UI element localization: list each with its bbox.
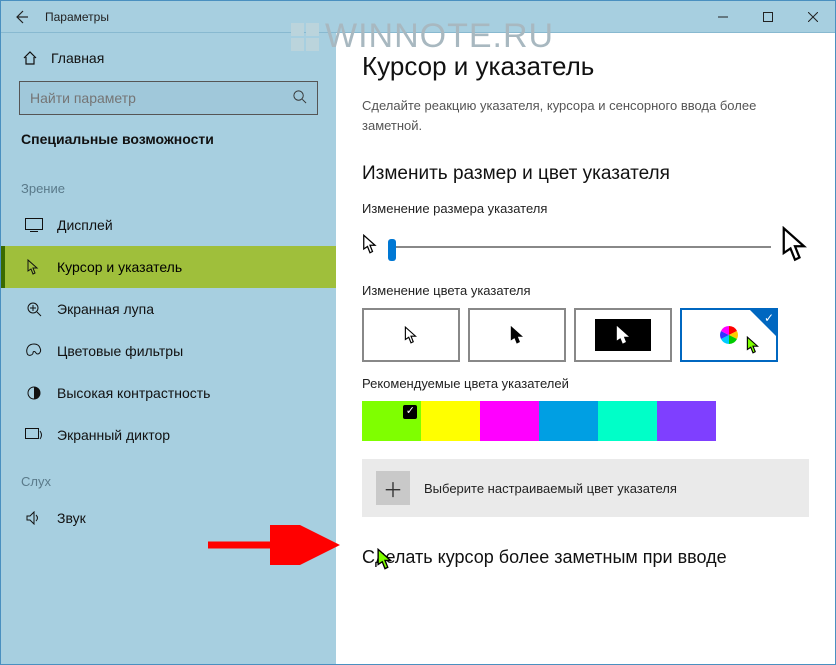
- label-recommended: Рекомендуемые цвета указателей: [362, 376, 809, 391]
- sidebar-item-contrast[interactable]: Высокая контрастность: [1, 372, 336, 414]
- search-icon: [292, 89, 307, 107]
- sidebar-item-label: Дисплей: [57, 217, 113, 233]
- window-title: Параметры: [41, 10, 700, 24]
- sound-icon: [25, 509, 43, 527]
- color-wheel-icon: [718, 324, 740, 346]
- cursor-small-icon: [362, 234, 378, 259]
- color-swatch[interactable]: [480, 401, 539, 441]
- section-cursor-visible: Сделать курсор более заметным при вводе: [362, 547, 809, 568]
- minimize-icon: [718, 12, 728, 22]
- slider-thumb[interactable]: [388, 239, 396, 261]
- pointer-inverted-option[interactable]: [574, 308, 672, 362]
- sidebar-item-filters[interactable]: Цветовые фильтры: [1, 330, 336, 372]
- content-pane: Курсор и указатель Сделайте реакцию указ…: [336, 33, 835, 664]
- pointer-white-option[interactable]: [362, 308, 460, 362]
- home-icon: [21, 49, 39, 67]
- arrow-left-icon: [13, 9, 29, 25]
- pointer-size-slider-row: [362, 226, 809, 267]
- minimize-button[interactable]: [700, 1, 745, 32]
- page-title: Курсор и указатель: [362, 51, 809, 82]
- sidebar-item-label: Экранная лупа: [57, 301, 154, 317]
- back-button[interactable]: [1, 1, 41, 32]
- sidebar-item-label: Курсор и указатель: [57, 259, 182, 275]
- pointer-black-option[interactable]: [468, 308, 566, 362]
- search-input[interactable]: [19, 81, 318, 115]
- group-vision: Зрение: [1, 163, 336, 204]
- sidebar: Главная Специальные возможности Зрение Д…: [1, 33, 336, 664]
- sidebar-item-label: Звук: [57, 510, 86, 526]
- magnifier-icon: [25, 300, 43, 318]
- close-icon: [808, 12, 818, 22]
- maximize-icon: [763, 12, 773, 22]
- pointer-color-options: [362, 308, 809, 362]
- close-button[interactable]: [790, 1, 835, 32]
- color-swatch[interactable]: [598, 401, 657, 441]
- home-label: Главная: [51, 50, 104, 66]
- sidebar-item-narrator[interactable]: Экранный диктор: [1, 414, 336, 456]
- custom-color-label: Выберите настраиваемый цвет указателя: [424, 481, 677, 496]
- section-size-color: Изменить размер и цвет указателя: [362, 163, 809, 185]
- recommended-colors: [362, 401, 809, 441]
- sidebar-item-display[interactable]: Дисплей: [1, 204, 336, 246]
- color-swatch[interactable]: [539, 401, 598, 441]
- color-swatch[interactable]: [657, 401, 716, 441]
- label-color: Изменение цвета указателя: [362, 283, 809, 298]
- narrator-icon: [25, 426, 43, 444]
- sidebar-item-sound[interactable]: Звук: [1, 497, 336, 539]
- sidebar-item-label: Цветовые фильтры: [57, 343, 183, 359]
- sidebar-item-magnifier[interactable]: Экранная лупа: [1, 288, 336, 330]
- color-swatch[interactable]: [362, 401, 421, 441]
- contrast-icon: [25, 384, 43, 402]
- palette-icon: [25, 342, 43, 360]
- group-hearing: Слух: [1, 456, 336, 497]
- home-link[interactable]: Главная: [1, 41, 336, 75]
- display-icon: [25, 216, 43, 234]
- maximize-button[interactable]: [745, 1, 790, 32]
- titlebar: Параметры: [1, 1, 835, 33]
- plus-icon: ＋: [383, 474, 403, 503]
- sidebar-item-label: Экранный диктор: [57, 427, 170, 443]
- pointer-size-slider[interactable]: [388, 246, 771, 248]
- search-field[interactable]: [30, 90, 292, 106]
- sidebar-item-label: Высокая контрастность: [57, 385, 210, 401]
- page-description: Сделайте реакцию указателя, курсора и се…: [362, 96, 809, 135]
- cursor-hand-icon: [25, 258, 43, 276]
- sidebar-item-cursor[interactable]: Курсор и указатель: [1, 246, 336, 288]
- category-label: Специальные возможности: [1, 131, 336, 163]
- pointer-custom-color-option[interactable]: [680, 308, 778, 362]
- cursor-large-icon: [781, 226, 809, 267]
- add-custom-color-button[interactable]: ＋: [376, 471, 410, 505]
- custom-color-row[interactable]: ＋ Выберите настраиваемый цвет указателя: [362, 459, 809, 517]
- label-size: Изменение размера указателя: [362, 201, 809, 216]
- color-swatch[interactable]: [421, 401, 480, 441]
